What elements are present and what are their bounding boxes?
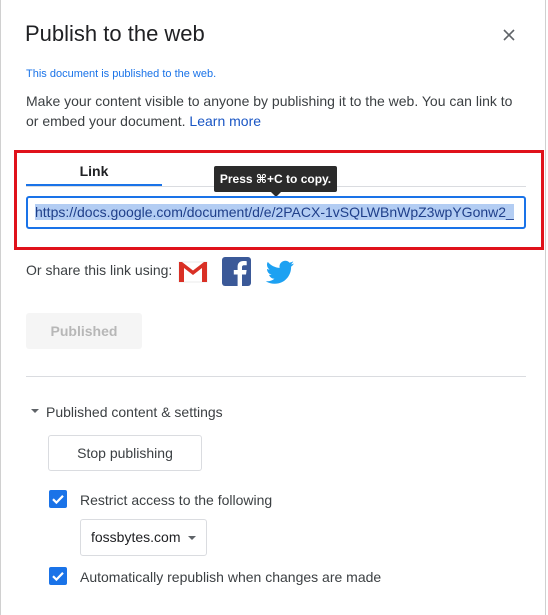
dialog-description: Make your content visible to anyone by p… [26, 91, 526, 131]
tab-active-indicator [26, 184, 162, 186]
tab-link[interactable]: Link [26, 160, 162, 186]
learn-more-link[interactable]: Learn more [189, 113, 261, 129]
facebook-icon[interactable] [221, 257, 253, 287]
copy-tooltip: Press ⌘+C to copy. [214, 166, 337, 192]
published-button[interactable]: Published [26, 313, 142, 349]
published-link-field[interactable]: https://docs.google.com/document/d/e/2PA… [26, 196, 526, 229]
share-label: Or share this link using: [26, 262, 173, 278]
published-settings-toggle[interactable]: Published content & settings [31, 404, 223, 422]
domain-select[interactable]: fossbytes.com [80, 519, 207, 556]
link-text-selection: https://docs.google.com/document/d/e/2PA… [35, 204, 514, 220]
stop-publishing-button[interactable]: Stop publishing [48, 435, 202, 471]
section-divider [26, 376, 526, 377]
caret-down-icon [31, 409, 39, 414]
restrict-access-checkbox[interactable] [49, 490, 67, 508]
publish-status-text: This document is published to the web. [26, 68, 217, 80]
section-label: Published content & settings [46, 404, 223, 420]
auto-republish-label: Automatically republish when changes are… [80, 569, 382, 585]
description-text: Make your content visible to anyone by p… [26, 93, 513, 129]
checkmark-icon [52, 572, 64, 582]
gmail-icon[interactable] [177, 257, 209, 287]
checkmark-icon [52, 495, 64, 505]
publish-dialog: Publish to the web This document is publ… [0, 0, 546, 615]
twitter-icon[interactable] [264, 257, 296, 287]
restrict-access-label: Restrict access to the following [80, 492, 273, 508]
chevron-down-icon [188, 536, 196, 540]
close-icon[interactable] [499, 25, 519, 45]
domain-select-value: fossbytes.com [91, 529, 181, 545]
dialog-title: Publish to the web [25, 21, 205, 46]
auto-republish-checkbox[interactable] [49, 567, 67, 585]
